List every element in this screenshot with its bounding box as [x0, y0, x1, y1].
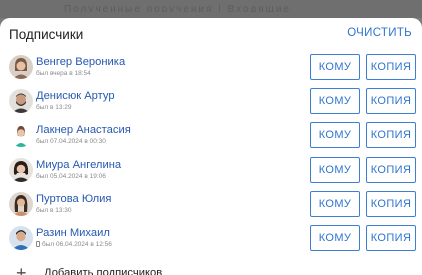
- subscriber-name[interactable]: Разин Михаил: [36, 227, 110, 239]
- to-button[interactable]: КОМУ: [310, 224, 360, 251]
- add-subscribers-label: Добавить подписчиков: [44, 267, 163, 275]
- subscribers-dialog: Подписчики ОЧИСТИТЬ Венгер Вероника был …: [0, 18, 422, 275]
- subscriber-name[interactable]: Лакнер Анастасия: [36, 124, 131, 136]
- last-seen-status: был 05.04.2024 в 19:06: [36, 173, 106, 180]
- subscriber-name[interactable]: Миура Ангелина: [36, 159, 121, 171]
- avatar[interactable]: [9, 157, 33, 182]
- last-seen-status: был вчера в 18:54: [36, 70, 91, 77]
- copy-button[interactable]: КОПИЯ: [366, 156, 416, 183]
- avatar[interactable]: [9, 89, 33, 114]
- subscriber-name[interactable]: Пуртова Юлия: [36, 193, 112, 205]
- subscriber-name[interactable]: Венгер Вероника: [36, 56, 125, 68]
- last-seen-text: был 06.04.2024 в 12:56: [42, 240, 112, 248]
- last-seen-status: был в 13:30: [36, 207, 72, 214]
- subscriber-row: Миура Ангелина был 05.04.2024 в 19:06 КО…: [0, 155, 422, 189]
- last-seen-status: был 07.04.2024 в 00:30: [36, 138, 106, 145]
- copy-button[interactable]: КОПИЯ: [366, 88, 416, 115]
- to-button[interactable]: КОМУ: [310, 156, 360, 183]
- background-header-text: Полученные поручения | Входящие: [64, 4, 291, 12]
- avatar[interactable]: [9, 123, 33, 148]
- subscriber-row: Денисюк Артур был в 13:29 КОМУ КОПИЯ: [0, 86, 422, 120]
- subscriber-row: Лакнер Анастасия был 07.04.2024 в 00:30 …: [0, 120, 422, 154]
- copy-button[interactable]: КОПИЯ: [366, 190, 416, 217]
- mobile-phone-icon: [36, 240, 40, 247]
- to-button[interactable]: КОМУ: [310, 190, 360, 217]
- clear-button[interactable]: ОЧИСТИТЬ: [347, 27, 412, 39]
- subscriber-name[interactable]: Денисюк Артур: [36, 90, 115, 102]
- to-button[interactable]: КОМУ: [310, 122, 360, 149]
- avatar[interactable]: [9, 55, 33, 79]
- copy-button[interactable]: КОПИЯ: [366, 224, 416, 251]
- subscriber-row: Пуртова Юлия был в 13:30 КОМУ КОПИЯ: [0, 189, 422, 223]
- avatar[interactable]: [9, 225, 33, 250]
- last-seen-text: был в 13:29: [36, 104, 72, 112]
- to-button[interactable]: КОМУ: [310, 54, 360, 80]
- last-seen-status: был 06.04.2024 в 12:56: [36, 240, 112, 248]
- last-seen-text: был в 13:30: [36, 206, 72, 214]
- plus-icon: +: [16, 263, 27, 275]
- subscriber-row: Разин Михаил был 06.04.2024 в 12:56 КОМУ…: [0, 223, 422, 257]
- last-seen-status: был в 13:29: [36, 104, 72, 111]
- subscribers-list: Венгер Вероника был вчера в 18:54 КОМУ К…: [0, 52, 422, 257]
- add-subscribers-button[interactable]: + Добавить подписчиков: [0, 264, 422, 275]
- dialog-title: Подписчики: [9, 27, 84, 42]
- background-overlay: Полученные поручения | Входящие: [0, 0, 422, 18]
- last-seen-text: был вчера в 18:54: [36, 70, 91, 77]
- copy-button[interactable]: КОПИЯ: [366, 122, 416, 149]
- to-button[interactable]: КОМУ: [310, 88, 360, 115]
- last-seen-text: был 05.04.2024 в 19:06: [36, 172, 106, 180]
- copy-button[interactable]: КОПИЯ: [366, 54, 416, 80]
- subscriber-row: Венгер Вероника был вчера в 18:54 КОМУ К…: [0, 52, 422, 86]
- last-seen-text: был 07.04.2024 в 00:30: [36, 138, 106, 146]
- dialog-header: Подписчики ОЧИСТИТЬ: [0, 18, 422, 50]
- avatar[interactable]: [9, 191, 33, 216]
